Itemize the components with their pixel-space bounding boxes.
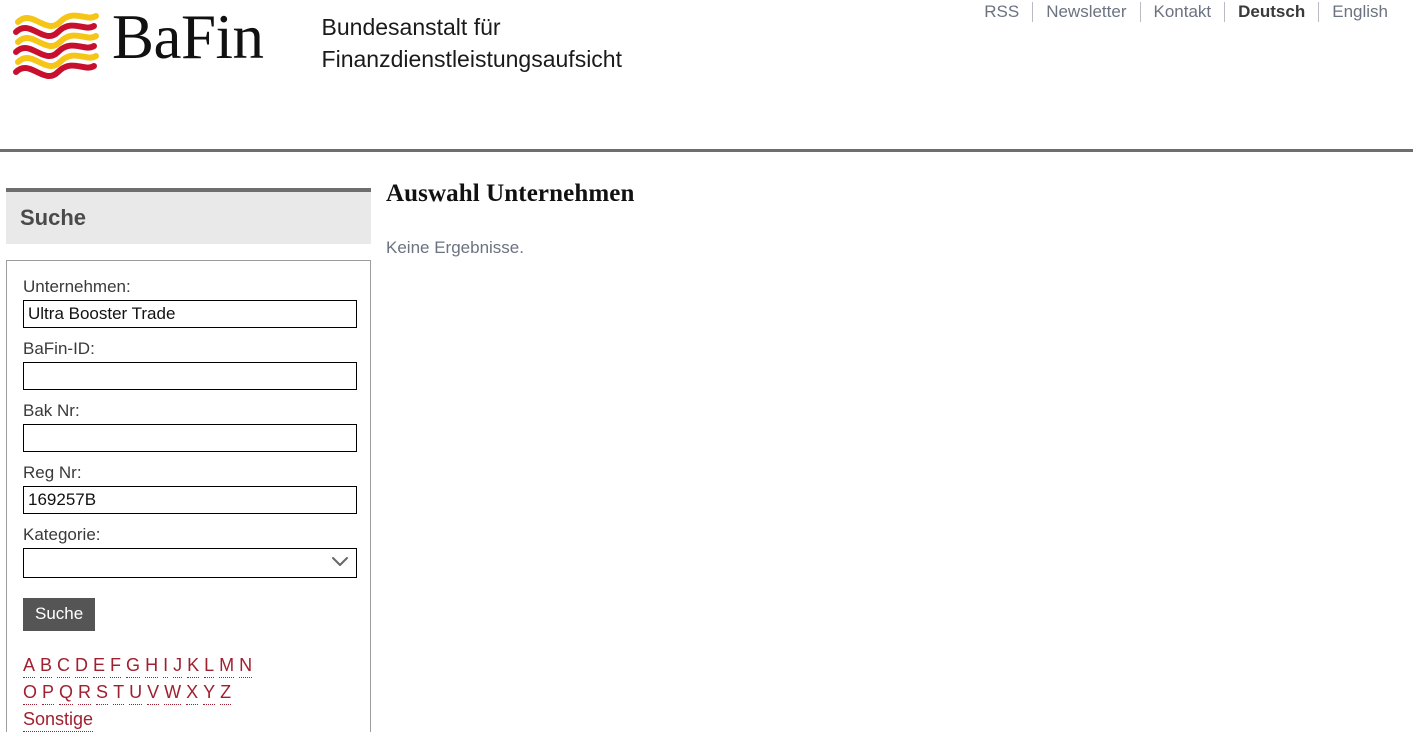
reg-nr-label: Reg Nr:: [23, 463, 82, 482]
no-results-message: Keine Ergebnisse.: [386, 238, 524, 257]
alpha-link-f[interactable]: F: [110, 653, 122, 678]
alpha-link-u[interactable]: U: [129, 680, 143, 705]
alpha-link-t[interactable]: T: [113, 680, 125, 705]
alphabet-index: ABCDEFGHIJKLMN OPQRSTUVWXYZ Sonstige: [23, 653, 354, 732]
alphabet-row-2: OPQRSTUVWXYZ: [23, 680, 354, 706]
reg-nr-input[interactable]: [23, 486, 357, 514]
brand-block[interactable]: BaFin Bundesanstalt für Finanzdienstleis…: [8, 4, 622, 84]
main-column: Auswahl Unternehmen Keine Ergebnisse.: [386, 180, 1386, 258]
company-label: Unternehmen:: [23, 277, 131, 296]
brand-subtitle-line2: Finanzdienstleistungsaufsicht: [321, 46, 622, 72]
bafin-id-input[interactable]: [23, 362, 357, 390]
search-form: Unternehmen: BaFin-ID: Bak Nr: Reg Nr: K…: [6, 260, 371, 732]
meta-nav-kontakt[interactable]: Kontakt: [1141, 2, 1225, 22]
alpha-link-n[interactable]: N: [239, 653, 253, 678]
meta-nav-newsletter[interactable]: Newsletter: [1033, 2, 1139, 22]
kategorie-label: Kategorie:: [23, 525, 101, 544]
bak-nr-input[interactable]: [23, 424, 357, 452]
alphabet-row-3: Sonstige: [23, 707, 354, 732]
alpha-link-h[interactable]: H: [145, 653, 159, 678]
alpha-link-x[interactable]: X: [186, 680, 199, 705]
page-title: Auswahl Unternehmen: [386, 180, 635, 207]
alpha-link-w[interactable]: W: [164, 680, 182, 705]
alpha-link-l[interactable]: L: [204, 653, 215, 678]
meta-nav-rss[interactable]: RSS: [971, 2, 1032, 22]
alpha-link-q[interactable]: Q: [59, 680, 74, 705]
alpha-link-p[interactable]: P: [42, 680, 55, 705]
alpha-link-g[interactable]: G: [126, 653, 141, 678]
alpha-link-y[interactable]: Y: [203, 680, 216, 705]
meta-nav-deutsch[interactable]: Deutsch: [1225, 2, 1318, 22]
alphabet-row-1: ABCDEFGHIJKLMN: [23, 653, 354, 679]
brand-subtitle-line1: Bundesanstalt für: [321, 14, 501, 40]
alpha-link-s[interactable]: S: [96, 680, 109, 705]
brand-name: BaFin: [112, 2, 264, 72]
alpha-link-i[interactable]: I: [163, 653, 169, 678]
alpha-link-o[interactable]: O: [23, 680, 38, 705]
alpha-link-z[interactable]: Z: [220, 680, 232, 705]
bafin-id-label: BaFin-ID:: [23, 339, 95, 358]
alpha-link-d[interactable]: D: [75, 653, 89, 678]
kategorie-select-wrapper: [23, 548, 357, 578]
alpha-link-m[interactable]: M: [219, 653, 235, 678]
alpha-link-e[interactable]: E: [93, 653, 106, 678]
alpha-link-v[interactable]: V: [147, 680, 160, 705]
brand-subtitle: Bundesanstalt für Finanzdienstleistungsa…: [264, 4, 622, 75]
alpha-link-a[interactable]: A: [23, 653, 36, 678]
alpha-link-j[interactable]: J: [173, 653, 183, 678]
bak-nr-label: Bak Nr:: [23, 401, 80, 420]
search-panel-title: Suche: [20, 205, 87, 230]
bafin-waves-logo-icon: [8, 4, 108, 84]
search-sidebar: Suche Unternehmen: BaFin-ID: Bak Nr: Reg…: [6, 188, 371, 732]
alpha-link-r[interactable]: R: [78, 680, 92, 705]
company-input[interactable]: [23, 300, 357, 328]
alpha-link-c[interactable]: C: [57, 653, 71, 678]
meta-navigation: RSS Newsletter Kontakt Deutsch English: [971, 2, 1401, 22]
alpha-link-b[interactable]: B: [40, 653, 53, 678]
alpha-link-sonstige[interactable]: Sonstige: [23, 707, 94, 732]
meta-nav-english[interactable]: English: [1319, 2, 1401, 22]
page-header: BaFin Bundesanstalt für Finanzdienstleis…: [0, 0, 1413, 152]
kategorie-select[interactable]: [23, 548, 357, 578]
search-submit-button[interactable]: Suche: [23, 598, 96, 631]
header-divider: [0, 149, 1413, 152]
alpha-link-k[interactable]: K: [187, 653, 200, 678]
search-panel-header: Suche: [6, 188, 371, 244]
